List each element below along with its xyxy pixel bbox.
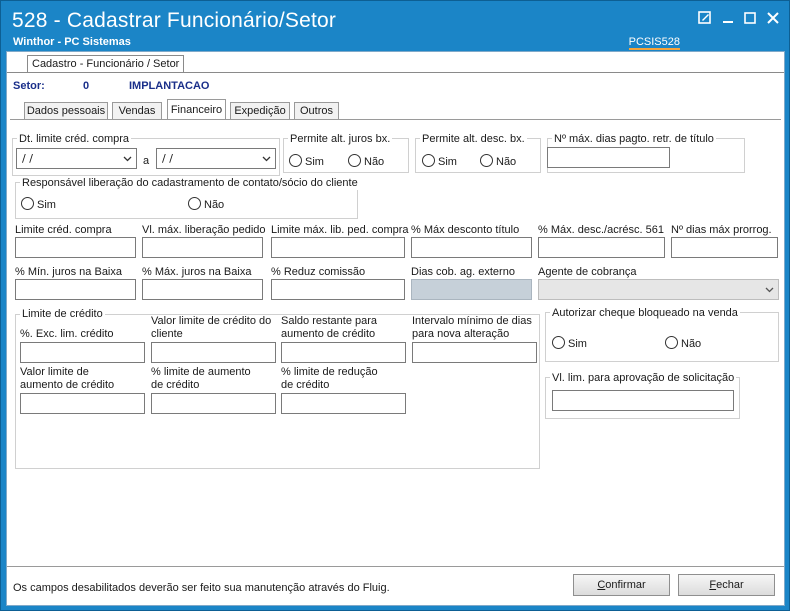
setor-label: Setor:	[13, 80, 45, 92]
min-juros-input[interactable]	[15, 279, 136, 300]
resp-nao-radio[interactable]	[188, 197, 201, 210]
cheque-label: Autorizar cheque bloqueado na venda	[550, 307, 740, 320]
client-area: Cadastro - Funcionário / Setor Setor: 0 …	[6, 51, 785, 606]
exc-lim-label: %. Exc. lim. crédito	[20, 328, 114, 340]
edit-window-icon[interactable]	[697, 10, 713, 26]
desc-sim-label: Sim	[438, 156, 457, 168]
exc-lim-input[interactable]	[20, 342, 145, 363]
tab-financeiro[interactable]: Financeiro	[167, 99, 226, 120]
max-desc-acresc-input[interactable]	[538, 237, 665, 258]
limite-credito-label: Limite de crédito	[20, 308, 105, 321]
tab-vendas[interactable]: Vendas	[112, 102, 162, 120]
perc-limite-reducao-input[interactable]	[281, 393, 406, 414]
minimize-icon[interactable]	[720, 10, 736, 26]
intervalo-minimo-label: Intervalo mínimo de dias para nova alter…	[412, 315, 532, 340]
dt-separator: a	[143, 155, 150, 167]
juros-label: Permite alt. juros bx.	[288, 133, 393, 146]
chevron-down-icon	[765, 287, 774, 293]
limite-max-lib-input[interactable]	[271, 237, 405, 258]
desc-sim-radio[interactable]	[422, 154, 435, 167]
vl-lim-input[interactable]	[552, 390, 734, 411]
maximize-icon[interactable]	[742, 10, 758, 26]
chevron-down-icon	[262, 156, 271, 162]
dias-cob-label: Dias cob. ag. externo	[411, 266, 515, 278]
status-divider	[7, 566, 784, 567]
max-dias-input[interactable]	[547, 147, 670, 168]
max-desc-titulo-label: % Máx desconto título	[411, 224, 520, 236]
juros-sim-radio[interactable]	[289, 154, 302, 167]
divider	[7, 72, 784, 73]
perc-limite-aumento-input[interactable]	[151, 393, 276, 414]
desc-nao-label: Não	[496, 156, 517, 168]
dias-max-prorrog-input[interactable]	[671, 237, 778, 258]
setor-code: 0	[83, 80, 90, 92]
dias-cob-input	[411, 279, 532, 300]
agente-cobranca-select	[538, 279, 779, 300]
saldo-restante-input[interactable]	[281, 342, 406, 363]
tab-cadastro[interactable]: Cadastro - Funcionário / Setor	[27, 55, 185, 73]
perc-limite-aumento-label: % limite de aumento de crédito	[151, 366, 251, 391]
tab-outros[interactable]: Outros	[294, 102, 339, 120]
resp-nao-label: Não	[204, 199, 225, 211]
valor-limite-aumento-label: Valor limite de aumento de crédito	[20, 366, 115, 391]
close-button[interactable]: Fechar	[678, 574, 775, 596]
valor-limite-input[interactable]	[151, 342, 276, 363]
vl-lim-label: Vl. lim. para aprovação de solicitação	[550, 372, 737, 385]
tab-dados-pessoais[interactable]: Dados pessoais	[24, 102, 108, 120]
chevron-down-icon	[123, 156, 132, 162]
saldo-restante-label: Saldo restante para aumento de crédito	[281, 315, 378, 340]
max-dias-label: Nº máx. dias pagto. retr. de título	[552, 133, 716, 146]
dias-max-prorrog-label: Nº dias máx prorrog.	[671, 224, 772, 236]
cheque-sim-radio[interactable]	[552, 336, 565, 349]
vl-max-lib-input[interactable]	[142, 237, 263, 258]
intervalo-minimo-input[interactable]	[412, 342, 537, 363]
dt-limite-to[interactable]: / /	[156, 148, 276, 169]
resp-sim-radio[interactable]	[21, 197, 34, 210]
resp-label: Responsável liberação do cadastramento d…	[20, 177, 360, 190]
juros-sim-label: Sim	[305, 156, 324, 168]
financeiro-panel: Dt. limite créd. compra / / a / / Permit…	[10, 119, 781, 564]
screen-code: PCSIS528	[628, 36, 680, 50]
title-bar: 528 - Cadastrar Funcionário/Setor Wintho…	[1, 1, 790, 51]
cheque-nao-label: Não	[681, 338, 702, 350]
valor-limite-label: Valor limite de crédito do cliente	[151, 315, 272, 340]
cheque-nao-radio[interactable]	[665, 336, 678, 349]
limite-max-lib-label: Limite máx. lib. ped. compra	[271, 224, 409, 236]
status-message: Os campos desabilitados deverão ser feit…	[13, 582, 390, 594]
resp-sim-label: Sim	[37, 199, 56, 211]
dt-limite-from[interactable]: / /	[16, 148, 137, 169]
tab-expedicao[interactable]: Expedição	[230, 102, 290, 120]
dt-limite-label: Dt. limite créd. compra	[17, 133, 132, 146]
confirm-button[interactable]: Confirmar	[573, 574, 670, 596]
limite-cred-input[interactable]	[15, 237, 136, 258]
vl-max-lib-label: Vl. máx. liberação pedido	[142, 224, 266, 236]
main-window: 528 - Cadastrar Funcionário/Setor Wintho…	[0, 0, 790, 611]
close-label: echar	[716, 579, 744, 591]
agente-cobranca-label: Agente de cobrança	[538, 266, 637, 278]
window-title: 528 - Cadastrar Funcionário/Setor	[12, 9, 337, 32]
limite-cred-label: Limite créd. compra	[15, 224, 112, 236]
min-juros-label: % Mín. juros na Baixa	[15, 266, 122, 278]
cheque-sim-label: Sim	[568, 338, 587, 350]
juros-nao-radio[interactable]	[348, 154, 361, 167]
perc-limite-reducao-label: % limite de redução de crédito	[281, 366, 378, 391]
window-subtitle: Winthor - PC Sistemas	[13, 36, 131, 48]
max-juros-label: % Máx. juros na Baixa	[142, 266, 252, 278]
juros-nao-label: Não	[364, 156, 385, 168]
max-desc-titulo-input[interactable]	[411, 237, 532, 258]
reduz-comissao-label: % Reduz comissão	[271, 266, 366, 278]
close-icon[interactable]	[765, 10, 781, 26]
max-desc-acresc-label: % Máx. desc./acrésc. 561	[538, 224, 664, 236]
desc-nao-radio[interactable]	[480, 154, 493, 167]
dt-to-value: / /	[162, 152, 173, 165]
max-juros-input[interactable]	[142, 279, 263, 300]
valor-limite-aumento-input[interactable]	[20, 393, 145, 414]
desc-label: Permite alt. desc. bx.	[420, 133, 527, 146]
confirm-label: onfirmar	[605, 579, 646, 591]
dt-from-value: / /	[22, 152, 33, 165]
reduz-comissao-input[interactable]	[271, 279, 405, 300]
setor-name: IMPLANTACAO	[129, 80, 210, 92]
